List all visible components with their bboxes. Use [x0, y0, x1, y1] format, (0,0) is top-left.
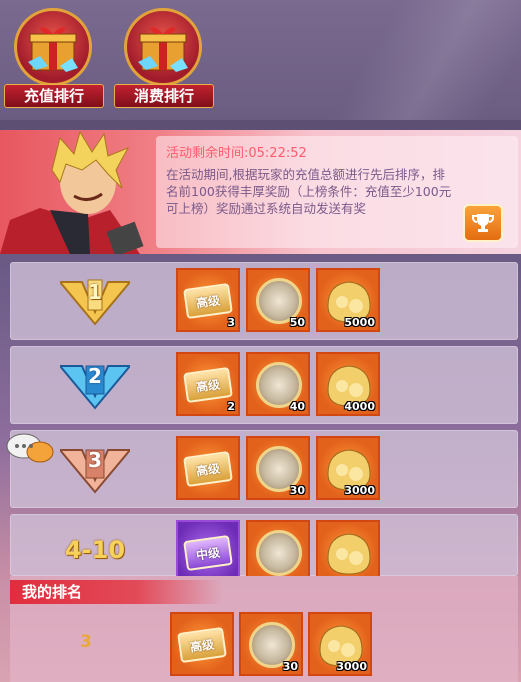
ticket-icon: 中级	[183, 534, 233, 572]
event-info-banner: 活动剩余时间:05:22:52 在活动期间,根据玩家的充值总额进行先后排序，排名…	[0, 130, 521, 254]
reward-item[interactable]: 30	[246, 436, 310, 500]
my-ranking-panel: 我的排名 3 高级 30 3000	[10, 576, 518, 682]
reward-qty: 5000	[344, 316, 375, 329]
reward-qty: 2	[227, 400, 235, 413]
ticket-icon: 高级	[183, 282, 233, 320]
ticket-icon: 高级	[183, 366, 233, 404]
chat-bubble-icon[interactable]	[6, 432, 54, 468]
ticket-icon: 高级	[183, 450, 233, 488]
event-description: 在活动期间,根据玩家的充值总额进行先后排序，排名前100获得丰厚奖励（上榜条件：…	[166, 167, 452, 216]
reward-qty: 3000	[344, 484, 375, 497]
trophy-button[interactable]	[463, 204, 503, 242]
gift-icon	[138, 27, 188, 72]
rank-label: 2	[88, 364, 102, 388]
tab-label: 消费排行	[114, 84, 214, 108]
reward-qty: 30	[289, 484, 305, 497]
reward-item[interactable]: 40	[246, 352, 310, 416]
rank-label: 3	[88, 448, 102, 472]
reward-item[interactable]: 5000	[316, 268, 380, 332]
rank-row-3: 3 高级 30 3000	[10, 430, 518, 508]
rank-row-2: 2 高级 2 40 4000	[10, 346, 518, 424]
reward-qty: 4000	[344, 400, 375, 413]
my-rank-value: 3	[80, 632, 92, 652]
tab-consume-ranking[interactable]: 消费排行	[114, 4, 214, 108]
trophy-icon	[472, 214, 494, 232]
reward-item[interactable]: 30	[239, 612, 303, 676]
hero-portrait	[0, 130, 144, 254]
reward-item[interactable]	[316, 520, 380, 576]
reward-item[interactable]: 50	[246, 268, 310, 332]
reward-item[interactable]: 高级 2	[176, 352, 240, 416]
rank-row-4-10: 4-10 中级	[10, 514, 518, 576]
my-ranking-title: 我的排名	[10, 580, 222, 604]
event-info-box: 活动剩余时间:05:22:52 在活动期间,根据玩家的充值总额进行先后排序，排名…	[156, 136, 518, 248]
countdown-timer: 活动剩余时间:05:22:52	[166, 146, 307, 161]
coin-icon	[256, 530, 302, 576]
rank-row-1: 1 高级 3 50 5000	[10, 262, 518, 340]
reward-item[interactable]: 4000	[316, 352, 380, 416]
reward-qty: 50	[289, 316, 305, 329]
rank-label: 1	[88, 280, 102, 304]
reward-item[interactable]: 3000	[316, 436, 380, 500]
reward-item[interactable]	[246, 520, 310, 576]
reward-item[interactable]: 高级 3	[176, 268, 240, 332]
reward-item[interactable]: 3000	[308, 612, 372, 676]
tab-bar: 充值排行 消费排行	[0, 0, 521, 120]
ticket-icon: 高级	[177, 626, 227, 664]
reward-item[interactable]: 中级	[176, 520, 240, 576]
tab-recharge-ranking[interactable]: 充值排行	[4, 4, 104, 108]
reward-qty: 40	[289, 400, 305, 413]
reward-qty: 3000	[336, 660, 367, 673]
gift-icon	[28, 27, 78, 72]
tab-label: 充值排行	[4, 84, 104, 108]
gold-bag-icon	[327, 533, 371, 575]
reward-qty: 30	[282, 660, 298, 673]
reward-qty: 3	[227, 316, 235, 329]
reward-item[interactable]: 高级	[170, 612, 234, 676]
rank-label: 4-10	[64, 536, 126, 564]
reward-item[interactable]: 高级	[176, 436, 240, 500]
